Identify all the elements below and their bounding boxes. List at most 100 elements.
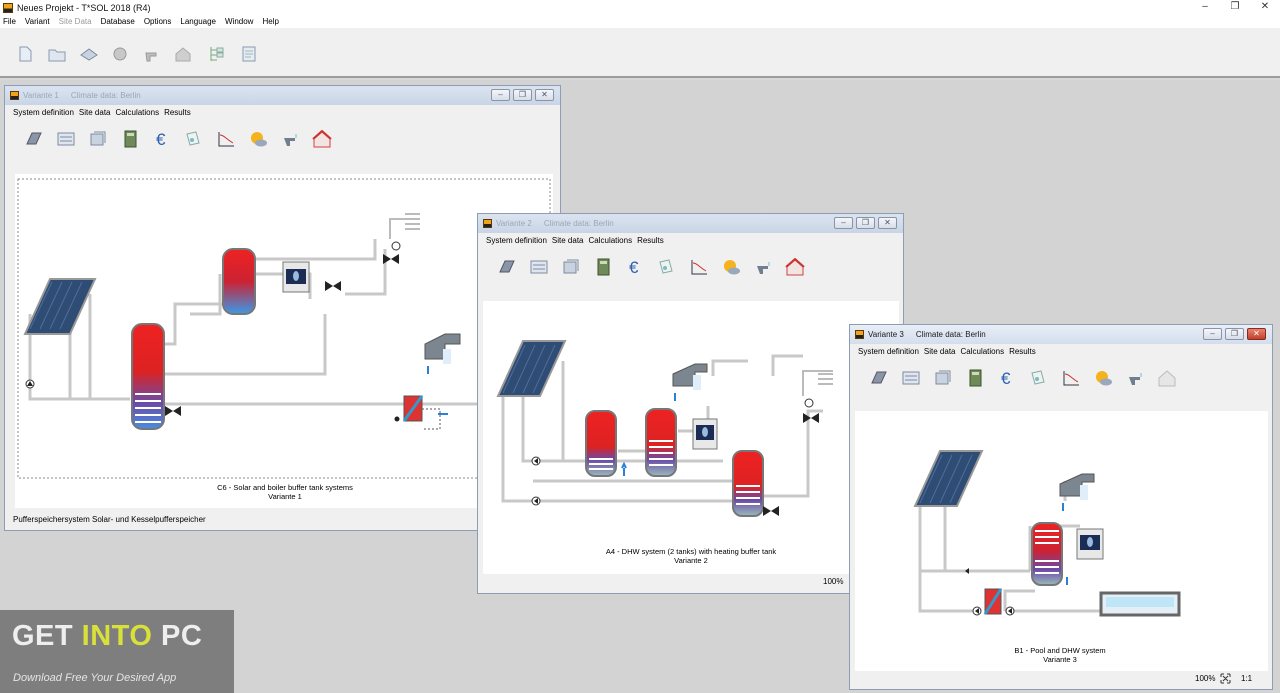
system-caption-variant: Variante 3 bbox=[1043, 655, 1077, 664]
climate-data-label: Climate data: Berlin bbox=[543, 219, 614, 228]
tree-icon[interactable] bbox=[207, 45, 227, 63]
menu-results[interactable]: Results bbox=[164, 108, 191, 117]
calculator-icon[interactable] bbox=[593, 258, 613, 276]
new-file-icon[interactable] bbox=[15, 45, 35, 63]
menu-calculations[interactable]: Calculations bbox=[961, 347, 1005, 356]
schematic-canvas[interactable]: C6 - Solar and boiler buffer tank system… bbox=[15, 174, 553, 508]
close-button[interactable]: ✕ bbox=[535, 89, 554, 101]
save-icon[interactable] bbox=[79, 45, 99, 63]
menu-site-data[interactable]: Site data bbox=[924, 347, 956, 356]
menu-system-definition[interactable]: System definition bbox=[13, 108, 74, 117]
system-icon[interactable] bbox=[56, 130, 76, 148]
system-caption-title: A4 - DHW system (2 tanks) with heating b… bbox=[605, 547, 777, 556]
minimize-button[interactable]: – bbox=[1203, 328, 1222, 340]
main-title-bar: Neues Projekt - T*SOL 2018 (R4) – ❐ ✕ bbox=[0, 0, 1280, 15]
variant-name: Variante 3 bbox=[868, 330, 904, 339]
window-icon bbox=[483, 219, 492, 228]
menu-results[interactable]: Results bbox=[637, 236, 664, 245]
report-icon[interactable] bbox=[1028, 369, 1048, 387]
chart-icon[interactable] bbox=[1061, 369, 1081, 387]
fit-to-window-icon[interactable] bbox=[1220, 673, 1231, 684]
variant-2-window[interactable]: Variante 2 Climate data: Berlin – ❐ ✕ Sy… bbox=[477, 213, 904, 594]
menu-database[interactable]: Database bbox=[101, 17, 135, 26]
variant-3-window[interactable]: Variante 3 Climate data: Berlin – ❐ ✕ Sy… bbox=[849, 324, 1273, 690]
euro-icon[interactable]: € bbox=[997, 369, 1017, 387]
restore-button[interactable]: ❐ bbox=[1220, 0, 1250, 15]
menu-calculations[interactable]: Calculations bbox=[589, 236, 633, 245]
storage-icon[interactable] bbox=[933, 369, 953, 387]
system-caption-title: C6 - Solar and boiler buffer tank system… bbox=[217, 483, 353, 492]
house-icon[interactable] bbox=[1157, 369, 1177, 387]
tap-icon[interactable] bbox=[1126, 369, 1146, 387]
close-button[interactable]: ✕ bbox=[1247, 328, 1266, 340]
zoom-level[interactable]: 100% bbox=[1195, 674, 1215, 683]
calculator-icon[interactable] bbox=[120, 130, 140, 148]
sun-cloud-icon[interactable] bbox=[721, 258, 741, 276]
euro-icon[interactable]: € bbox=[625, 258, 645, 276]
report-icon[interactable] bbox=[656, 258, 676, 276]
menu-calculations[interactable]: Calculations bbox=[116, 108, 160, 117]
menu-options[interactable]: Options bbox=[144, 17, 172, 26]
restore-button[interactable]: ❐ bbox=[856, 217, 875, 229]
tap-icon[interactable] bbox=[142, 45, 162, 63]
sun-cloud-icon[interactable] bbox=[248, 130, 268, 148]
svg-text:€: € bbox=[156, 130, 166, 148]
buffer-tank-icon bbox=[131, 323, 165, 430]
boiler-tank-icon bbox=[222, 248, 256, 315]
tap-icon[interactable] bbox=[281, 130, 301, 148]
restore-button[interactable]: ❐ bbox=[1225, 328, 1244, 340]
open-folder-icon[interactable] bbox=[47, 45, 67, 63]
storage-icon[interactable] bbox=[561, 258, 581, 276]
menu-system-definition[interactable]: System definition bbox=[486, 236, 547, 245]
euro-icon[interactable]: € bbox=[152, 130, 172, 148]
menu-system-definition[interactable]: System definition bbox=[858, 347, 919, 356]
menu-site-data[interactable]: Site Data bbox=[59, 17, 92, 26]
report-icon[interactable] bbox=[239, 45, 259, 63]
minimize-button[interactable]: – bbox=[1190, 0, 1220, 15]
house-icon[interactable] bbox=[785, 258, 805, 276]
zoom-level[interactable]: 100% bbox=[823, 577, 843, 586]
boiler-icon bbox=[282, 261, 310, 293]
dhw-tank-1-icon bbox=[585, 410, 617, 477]
menu-variant[interactable]: Variant bbox=[25, 17, 50, 26]
menu-help[interactable]: Help bbox=[262, 17, 278, 26]
close-button[interactable]: ✕ bbox=[878, 217, 897, 229]
menu-window[interactable]: Window bbox=[225, 17, 253, 26]
menu-language[interactable]: Language bbox=[180, 17, 216, 26]
menu-site-data[interactable]: Site data bbox=[79, 108, 111, 117]
restore-button[interactable]: ❐ bbox=[513, 89, 532, 101]
zoom-ratio[interactable]: 1:1 bbox=[1241, 674, 1252, 683]
watermark: GET INTO PC Download Free Your Desired A… bbox=[0, 610, 234, 693]
schematic-canvas[interactable]: A4 - DHW system (2 tanks) with heating b… bbox=[483, 301, 899, 574]
menu-results[interactable]: Results bbox=[1009, 347, 1036, 356]
window-icon bbox=[855, 330, 864, 339]
report-icon[interactable] bbox=[183, 130, 203, 148]
weather-icon[interactable] bbox=[110, 45, 130, 63]
tap-icon[interactable] bbox=[754, 258, 774, 276]
sun-cloud-icon[interactable] bbox=[1093, 369, 1113, 387]
collector-icon[interactable] bbox=[24, 130, 44, 148]
variant-2-title-bar[interactable]: Variante 2 Climate data: Berlin – ❐ ✕ bbox=[478, 214, 903, 233]
calculator-icon[interactable] bbox=[965, 369, 985, 387]
menu-site-data[interactable]: Site data bbox=[552, 236, 584, 245]
chart-icon[interactable] bbox=[689, 258, 709, 276]
dhw-tank-2-icon bbox=[645, 408, 677, 477]
system-icon[interactable] bbox=[901, 369, 921, 387]
menu-file[interactable]: File bbox=[3, 17, 16, 26]
storage-icon[interactable] bbox=[88, 130, 108, 148]
schematic-canvas[interactable]: B1 - Pool and DHW system Variante 3 bbox=[855, 411, 1268, 671]
variant-3-title-bar[interactable]: Variante 3 Climate data: Berlin – ❐ ✕ bbox=[850, 325, 1272, 344]
collector-icon[interactable] bbox=[869, 369, 889, 387]
house-icon[interactable] bbox=[312, 130, 332, 148]
main-toolbar bbox=[0, 28, 1280, 78]
menu-bar: File Variant Site Data Database Options … bbox=[0, 15, 1280, 28]
minimize-button[interactable]: – bbox=[491, 89, 510, 101]
collector-icon[interactable] bbox=[497, 258, 517, 276]
house-icon[interactable] bbox=[173, 45, 193, 63]
variant-1-title-bar[interactable]: Variante 1 Climate data: Berlin – ❐ ✕ bbox=[5, 86, 560, 105]
solar-collector-icon bbox=[913, 450, 984, 507]
minimize-button[interactable]: – bbox=[834, 217, 853, 229]
system-icon[interactable] bbox=[529, 258, 549, 276]
close-button[interactable]: ✕ bbox=[1250, 0, 1280, 15]
chart-icon[interactable] bbox=[216, 130, 236, 148]
